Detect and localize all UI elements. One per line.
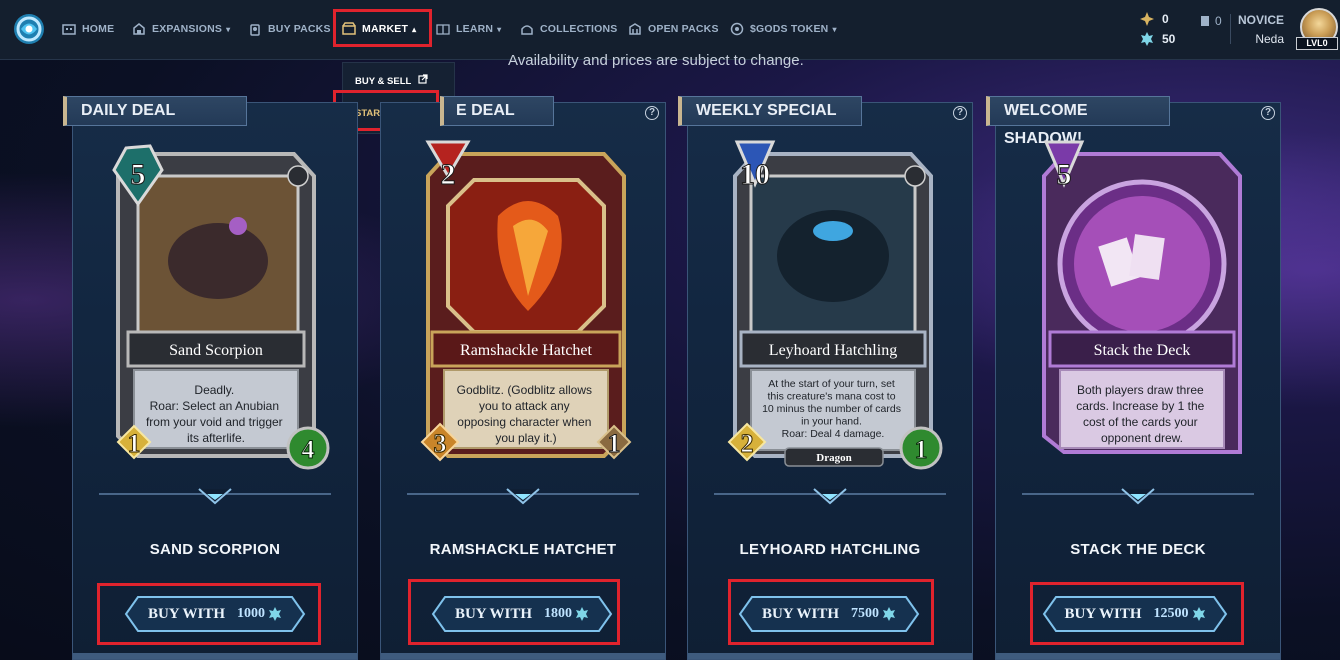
gods-unchained-logo-icon[interactable] <box>12 12 46 46</box>
nav-open-packs[interactable]: OPEN PACKS <box>628 18 719 40</box>
nav-divider <box>1230 14 1231 44</box>
deal-card-name: STACK THE DECK <box>1070 541 1206 558</box>
menu-item-buy-sell[interactable]: BUY & SELL <box>355 74 428 87</box>
nav-expansions[interactable]: EXPANSIONS ▾ <box>132 18 230 40</box>
nav-buy-packs[interactable]: BUY PACKS <box>248 18 331 40</box>
gods-token-icon <box>730 22 744 36</box>
deal-tag-second: E DEAL <box>440 96 554 126</box>
open-packs-icon <box>629 23 641 35</box>
market-highlight-box <box>333 9 432 47</box>
help-icon[interactable]: ? <box>645 106 659 120</box>
nav-collections[interactable]: COLLECTIONS <box>520 18 617 40</box>
external-link-icon <box>418 74 428 84</box>
menu-item-buy-sell-label: BUY & SELL <box>355 76 412 87</box>
card-title: Stack the Deck <box>1094 342 1191 359</box>
durability-value: 1 <box>608 429 621 458</box>
stars-balance: 50 <box>1140 32 1175 46</box>
nav-buy-packs-label: BUY PACKS <box>268 23 331 35</box>
stars-count: 50 <box>1162 32 1176 46</box>
card-text: At the start of your turn, set this crea… <box>762 378 904 440</box>
tribe-label: Dragon <box>816 452 851 464</box>
nav-learn[interactable]: LEARN ▾ <box>436 18 501 40</box>
deal-card-name: SAND SCORPION <box>149 541 281 558</box>
divider-ornament <box>407 488 639 505</box>
chevron-down-icon: ▾ <box>226 24 231 34</box>
divider-ornament <box>1022 488 1254 505</box>
expansions-icon <box>133 23 145 35</box>
card-title: Leyhoard Hatchling <box>769 342 897 359</box>
learn-icon <box>436 24 450 35</box>
health-value: 4 <box>302 435 315 464</box>
buy-highlight-box <box>97 583 321 645</box>
nav-gods-token[interactable]: $GODS TOKEN ▾ <box>730 18 837 40</box>
star-gem-icon <box>1141 32 1153 46</box>
deal-tag-welcome: WELCOME SHADOW! <box>986 96 1170 147</box>
mana-cost: 2 <box>441 158 456 191</box>
help-icon[interactable]: ? <box>1261 106 1275 120</box>
nav-home[interactable]: HOME <box>62 18 114 40</box>
flux-balance: 0 <box>1140 12 1169 26</box>
username[interactable]: Neda <box>1255 32 1284 46</box>
buy-highlight-box <box>1030 582 1244 645</box>
card-title: Sand Scorpion <box>169 342 263 359</box>
player-rank: NOVICE <box>1237 13 1284 27</box>
card-sand-scorpion[interactable]: 5 Sand Scorpion Deadly. Roar: Select an … <box>98 136 334 472</box>
deal-tag-daily: DAILY DEAL <box>63 96 247 126</box>
health-value: 1 <box>915 435 928 464</box>
mana-cost: 10 <box>740 158 770 191</box>
level-badge: LVL0 <box>1296 37 1338 50</box>
collections-icon <box>521 25 533 35</box>
home-icon <box>62 24 76 35</box>
card-title: Ramshackle Hatchet <box>460 342 593 359</box>
attack-value: 1 <box>128 429 141 458</box>
nav-open-packs-label: OPEN PACKS <box>648 23 719 35</box>
flux-icon <box>1140 12 1154 26</box>
attack-value: 2 <box>741 429 754 458</box>
mana-cost: 5 <box>1057 158 1072 191</box>
buy-highlight-box <box>728 579 934 645</box>
card-stack-the-deck[interactable]: 5 Stack the Deck Both players draw three… <box>1024 136 1260 472</box>
mana-cost: 5 <box>131 158 146 191</box>
deck-icon <box>1201 16 1209 26</box>
scorpion-art <box>168 223 268 299</box>
card-ramshackle-hatchet[interactable]: 2 Ramshackle Hatchet Godblitz. (Godblitz… <box>408 136 644 472</box>
card-count[interactable]: 0 <box>1200 14 1222 28</box>
divider-ornament <box>99 488 331 505</box>
card-leyhoard-hatchling[interactable]: 10 Leyhoard Hatchling At the start of yo… <box>715 136 951 472</box>
chevron-down-icon: ▾ <box>832 24 837 34</box>
flux-count: 0 <box>1162 12 1169 26</box>
deal-card-name: RAMSHACKLE HATCHET <box>429 541 617 558</box>
card-count-value: 0 <box>1215 14 1222 28</box>
attack-value: 3 <box>434 429 447 458</box>
buy-packs-icon <box>250 24 260 36</box>
chevron-down-icon: ▾ <box>497 24 502 34</box>
nav-collections-label: COLLECTIONS <box>540 23 618 35</box>
nav-home-label: HOME <box>82 23 115 35</box>
nav-gods-token-label: $GODS TOKEN <box>750 23 829 35</box>
help-icon[interactable]: ? <box>953 106 967 120</box>
deal-tag-weekly: WEEKLY SPECIAL <box>678 96 862 126</box>
buy-highlight-box <box>408 579 620 645</box>
nav-expansions-label: EXPANSIONS <box>152 23 223 35</box>
availability-notice: Availability and prices are subject to c… <box>508 52 804 69</box>
deal-card-name: LEYHOARD HATCHLING <box>739 541 921 558</box>
divider-ornament <box>714 488 946 505</box>
nav-learn-label: LEARN <box>456 23 494 35</box>
